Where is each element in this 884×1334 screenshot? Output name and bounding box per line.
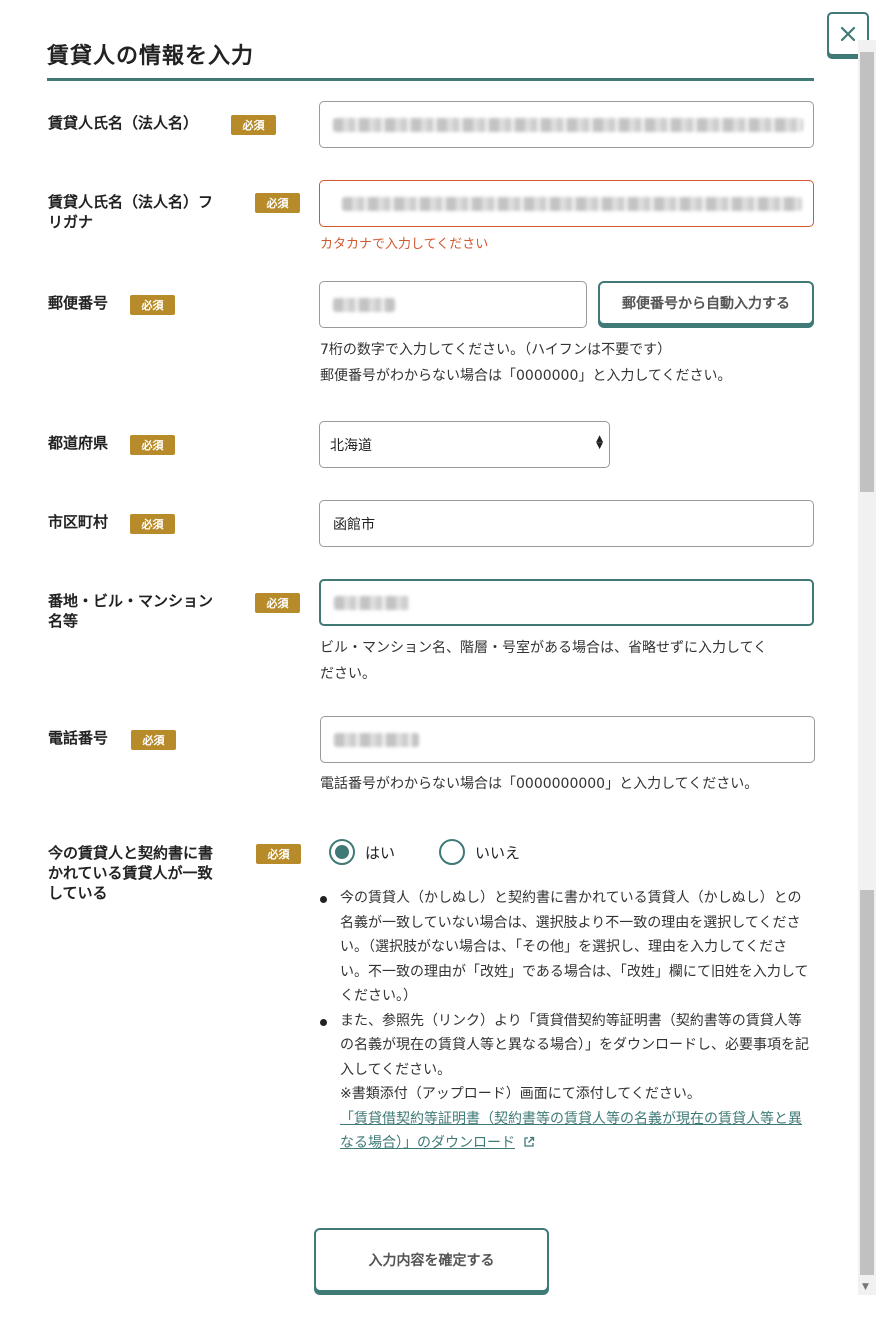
radio-yes-circle: [329, 839, 355, 865]
required-badge: 必須: [255, 593, 300, 613]
postal-input[interactable]: [319, 281, 587, 328]
radio-no-circle: [439, 839, 466, 865]
note-item: また、参照先（リンク）より「賃貸借契約等証明書（契約書等の賃貸人等の名義が現在の…: [320, 1009, 810, 1156]
modal-title: 賃貸人の情報を入力: [47, 44, 255, 69]
prefecture-value: 北海道: [330, 437, 372, 454]
name-kana-label: 賃貸人氏名（法人名）フ リガナ: [48, 193, 214, 231]
postal-label: 郵便番号: [48, 294, 109, 312]
address-help: ビル・マンション名、階層・号室がある場合は、省略せずに入力してく ださい。: [320, 640, 768, 682]
prefecture-label: 都道府県: [48, 434, 109, 452]
required-badge: 必須: [130, 295, 175, 315]
scroll-thumb[interactable]: [860, 52, 874, 492]
address-label: 番地・ビル・マンション 名等: [48, 592, 214, 630]
required-badge: 必須: [231, 115, 276, 135]
bullet-icon: [320, 1018, 327, 1026]
city-input[interactable]: 函館市: [319, 500, 814, 547]
name-label: 賃貸人氏名（法人名）: [48, 114, 199, 132]
redacted-value: [333, 297, 395, 312]
required-badge: 必須: [130, 435, 175, 455]
redacted-value: [342, 196, 802, 211]
postal-autofill-button[interactable]: 郵便番号から自動入力する: [598, 281, 814, 325]
phone-input[interactable]: [320, 716, 815, 763]
required-badge: 必須: [130, 514, 175, 534]
confirm-button[interactable]: 入力内容を確定する: [314, 1228, 549, 1292]
redacted-value: [334, 732, 419, 747]
note-item: 今の賃貸人（かしぬし）と契約書に書かれている賃貸人（かしぬし）との名義が一致して…: [320, 886, 810, 1009]
radio-yes[interactable]: はい: [329, 839, 395, 865]
certificate-download-link[interactable]: 「賃貸借契約等証明書（契約書等の賃貸人等の名義が現在の賃貸人等と異なる場合）」の…: [340, 1111, 802, 1152]
required-badge: 必須: [255, 193, 300, 213]
city-value: 函館市: [333, 516, 375, 533]
prefecture-select[interactable]: 北海道 ▲ ▼: [319, 421, 610, 468]
name-kana-error: カタカナで入力してください: [320, 237, 489, 252]
name-kana-input[interactable]: [319, 180, 814, 227]
title-divider: [47, 78, 814, 81]
radio-no[interactable]: いいえ: [439, 839, 520, 865]
city-label: 市区町村: [48, 513, 109, 531]
postal-help: 7桁の数字で入力してください。（ハイフンは不要です） 郵便番号がわからない場合は…: [320, 342, 732, 384]
match-radio-group: はい いいえ: [329, 839, 564, 865]
phone-help: 電話番号がわからない場合は「0000000000」と入力してください。: [320, 776, 759, 792]
required-badge: 必須: [256, 844, 301, 864]
tenant-info-modal: 賃貸人の情報を入力 賃貸人氏名（法人名） 必須 賃貸人氏名（法人名）フ リガナ …: [0, 0, 884, 1334]
bullet-icon: [320, 896, 327, 903]
redacted-value: [333, 117, 803, 132]
close-icon: [840, 26, 856, 42]
match-notes: 今の賃貸人（かしぬし）と契約書に書かれている賃貸人（かしぬし）との名義が一致して…: [320, 886, 810, 1156]
match-label: 今の賃貸人と契約書に書 かれている賃貸人が一致 している: [48, 844, 214, 902]
select-arrows-icon: ▲ ▼: [596, 434, 603, 451]
scroll-down-arrow-icon[interactable]: ▼: [862, 1282, 869, 1292]
redacted-value: [334, 595, 409, 610]
scrollbar[interactable]: ▼: [858, 40, 876, 1295]
radio-no-label: いいえ: [475, 843, 521, 862]
external-link-icon: [524, 1136, 535, 1147]
scroll-thumb[interactable]: [860, 890, 874, 1275]
name-input[interactable]: [319, 101, 814, 148]
address-input[interactable]: [319, 579, 814, 626]
radio-yes-label: はい: [365, 843, 396, 862]
phone-label: 電話番号: [48, 729, 109, 747]
radio-selected-dot: [335, 845, 349, 859]
required-badge: 必須: [131, 730, 176, 750]
